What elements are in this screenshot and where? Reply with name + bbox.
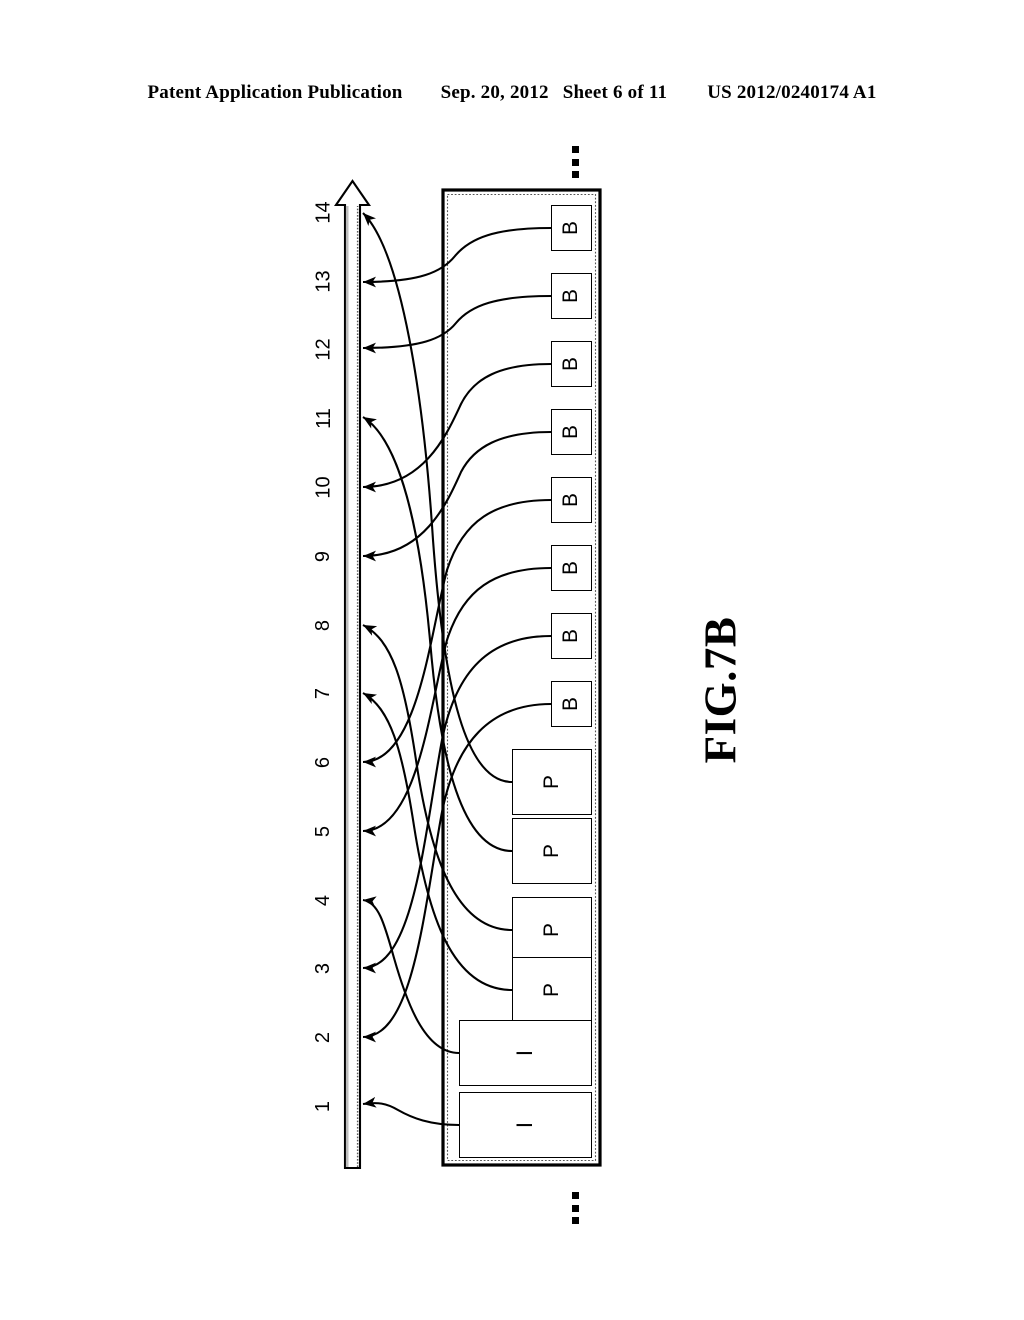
frame-box-slot12: B bbox=[551, 341, 592, 387]
frame-box-slot1: I bbox=[459, 1092, 592, 1158]
frame-box-slot11: B bbox=[551, 409, 592, 455]
tick-label-text: 4 bbox=[312, 894, 335, 906]
frame-box-slot14: B bbox=[551, 205, 592, 251]
tick-label-text: 2 bbox=[312, 1031, 335, 1043]
tick-label-14: 14 bbox=[304, 201, 344, 223]
tick-label-text: 12 bbox=[312, 337, 335, 361]
connector-slot5-to-tick11 bbox=[362, 416, 513, 853]
figure-label: FIG.7B bbox=[660, 580, 780, 800]
frame-box-label: B bbox=[559, 492, 583, 508]
tick-label-10: 10 bbox=[304, 476, 344, 498]
frame-box-label: P bbox=[539, 922, 563, 938]
frame-box-label: P bbox=[539, 774, 563, 790]
ellipsis-dot bbox=[571, 158, 579, 166]
frame-box-label: P bbox=[539, 982, 563, 998]
connector-slot10-to-tick6 bbox=[362, 498, 552, 768]
tick-label-text: 1 bbox=[312, 1100, 335, 1112]
ellipsis-dot bbox=[571, 1217, 579, 1224]
frame-box-slot7: B bbox=[551, 681, 592, 727]
connector-slot6-to-tick14 bbox=[362, 212, 513, 784]
frame-box-label: B bbox=[559, 560, 583, 576]
ellipsis-dot bbox=[571, 171, 579, 178]
frame-box-label: I bbox=[512, 1049, 538, 1057]
frame-box-slot10: B bbox=[551, 477, 592, 523]
frame-box-label: B bbox=[559, 424, 583, 440]
tick-label-text: 10 bbox=[312, 475, 335, 499]
frame-box-slot13: B bbox=[551, 273, 592, 319]
tick-label-text: 7 bbox=[312, 687, 335, 699]
connector-slot4-to-tick8 bbox=[362, 624, 513, 932]
figure-label-text: FIG.7B bbox=[695, 616, 745, 764]
tick-label-text: 13 bbox=[312, 269, 335, 293]
tick-label-text: 3 bbox=[312, 962, 335, 974]
frame-box-slot3: P bbox=[512, 957, 592, 1023]
ellipsis-dot bbox=[571, 1204, 579, 1212]
tick-label-3: 3 bbox=[304, 957, 344, 979]
frame-box-label: B bbox=[559, 220, 583, 236]
connector-slot14-to-tick13 bbox=[362, 226, 552, 288]
frame-box-label: B bbox=[559, 628, 583, 644]
figure-7b: 1 2 3 4 5 6 7 8 9 10 11 12 13 14 B B B B… bbox=[0, 0, 1024, 1320]
frame-box-slot4: P bbox=[512, 897, 592, 963]
frame-box-slot9: B bbox=[551, 545, 592, 591]
ellipsis-top bbox=[568, 146, 582, 178]
tick-label-6: 6 bbox=[304, 751, 344, 773]
ellipsis-dot bbox=[571, 1192, 579, 1199]
frame-box-label: B bbox=[559, 356, 583, 372]
frame-box-slot5: P bbox=[512, 818, 592, 884]
frame-box-slot2: I bbox=[459, 1020, 592, 1086]
frame-box-label: B bbox=[559, 696, 583, 712]
tick-label-12: 12 bbox=[304, 338, 344, 360]
frame-box-label: I bbox=[512, 1121, 538, 1129]
tick-label-text: 8 bbox=[312, 619, 335, 631]
tick-label-7: 7 bbox=[304, 682, 344, 704]
connector-slot13-to-tick12 bbox=[362, 294, 552, 354]
tick-label-11: 11 bbox=[304, 407, 344, 429]
ellipsis-bottom bbox=[568, 1192, 582, 1224]
connector-slot12-to-tick10 bbox=[362, 362, 552, 493]
tick-label-text: 6 bbox=[312, 756, 335, 768]
timeline-axis-bar bbox=[334, 179, 371, 1170]
frame-box-label: B bbox=[559, 288, 583, 304]
frame-box-slot6: P bbox=[512, 749, 592, 815]
tick-label-text: 9 bbox=[312, 550, 335, 562]
frame-box-slot8: B bbox=[551, 613, 592, 659]
ellipsis-dot bbox=[571, 146, 579, 153]
tick-label-text: 11 bbox=[312, 407, 335, 429]
tick-label-4: 4 bbox=[304, 889, 344, 911]
connector-slot1-to-tick1 bbox=[362, 1096, 460, 1127]
tick-label-9: 9 bbox=[304, 545, 344, 567]
tick-label-5: 5 bbox=[304, 820, 344, 842]
tick-label-1: 1 bbox=[304, 1095, 344, 1117]
tick-label-8: 8 bbox=[304, 614, 344, 636]
tick-label-13: 13 bbox=[304, 270, 344, 292]
tick-label-2: 2 bbox=[304, 1026, 344, 1048]
tick-label-text: 5 bbox=[312, 825, 335, 837]
tick-label-text: 14 bbox=[312, 200, 335, 224]
frame-box-label: P bbox=[539, 843, 563, 859]
